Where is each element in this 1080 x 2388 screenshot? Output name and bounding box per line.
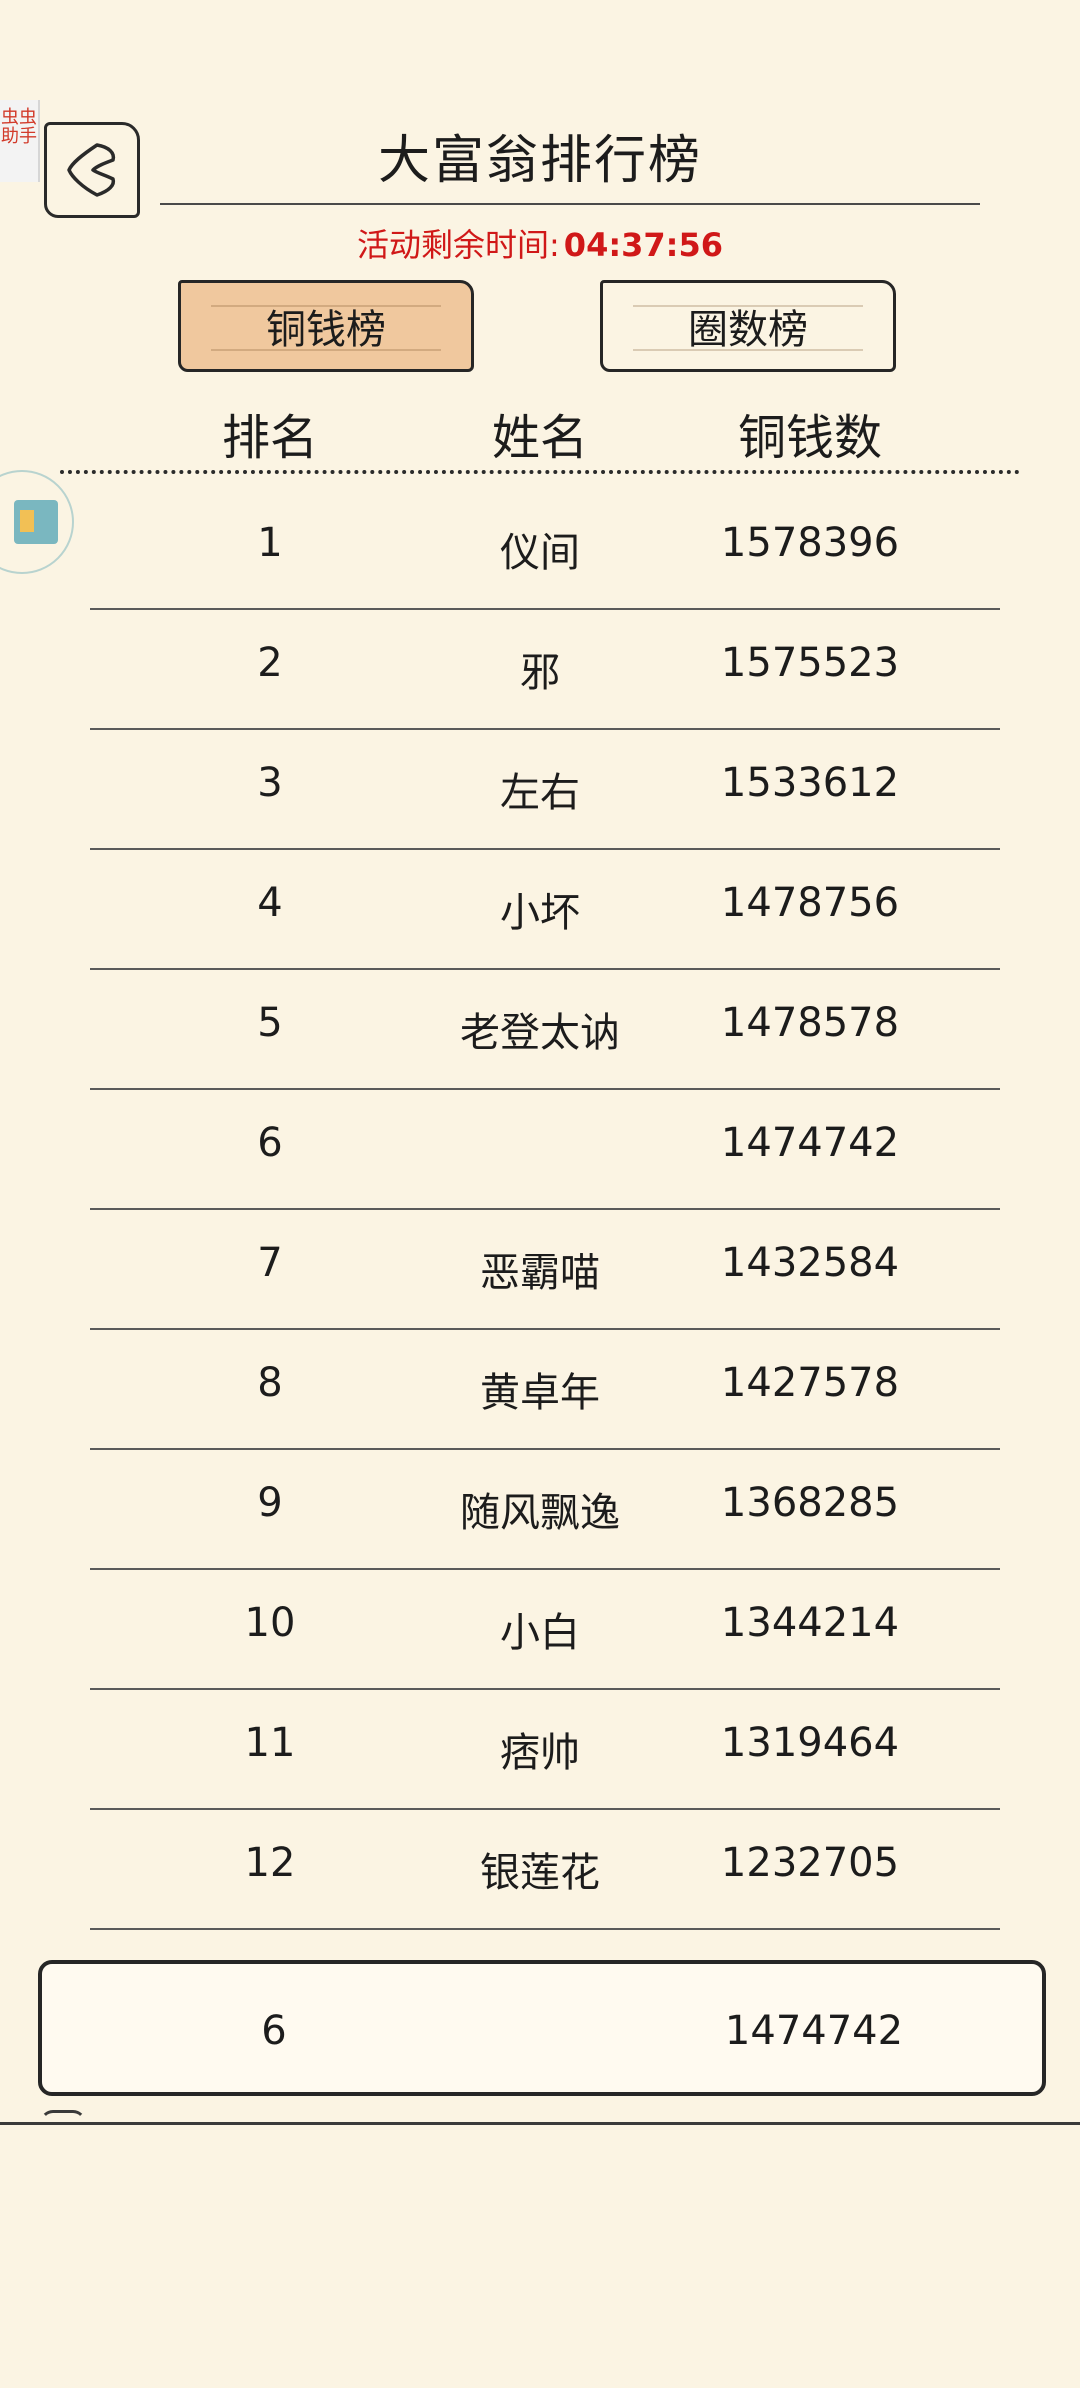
coins-cell: 1575523 — [720, 640, 900, 686]
title-divider — [160, 203, 980, 205]
rank-cell: 6 — [257, 1120, 283, 1166]
name-cell: 小白 — [500, 1610, 580, 1656]
coins-cell: 1478578 — [720, 1000, 900, 1046]
table-row: 7 恶霸喵 1432584 — [0, 1210, 1080, 1330]
name-cell: 恶霸喵 — [480, 1250, 600, 1296]
wood-grain — [211, 305, 441, 307]
table-row: 11 痞帅 1319464 — [0, 1690, 1080, 1810]
coins-cell: 1478756 — [720, 880, 900, 926]
table-row: 1 仪间 1578396 — [0, 490, 1080, 610]
rank-cell: 12 — [244, 1840, 296, 1886]
status-bar-area — [0, 0, 1080, 92]
table-row: 12 银莲花 1232705 — [0, 1810, 1080, 1930]
table-row: 10 小白 1344214 — [0, 1570, 1080, 1690]
header-name: 姓名 — [491, 410, 588, 466]
coins-cell: 1232705 — [720, 1840, 900, 1886]
countdown-label: 活动剩余时间: — [357, 226, 560, 264]
table-row: 9 随风飘逸 1368285 — [0, 1450, 1080, 1570]
name-cell: 仪间 — [500, 530, 580, 576]
page-title: 大富翁排行榜 — [377, 131, 702, 191]
table-row: 6 1474742 — [0, 1090, 1080, 1210]
name-cell: 小坏 — [500, 890, 580, 936]
coins-cell: 1427578 — [720, 1360, 900, 1406]
my-rank-row: 6 1474742 — [38, 1960, 1046, 2096]
wood-grain — [633, 349, 863, 351]
rank-cell: 10 — [244, 1600, 296, 1646]
rank-cell: 8 — [257, 1360, 283, 1406]
rank-cell: 1 — [257, 520, 283, 566]
bottom-divider — [0, 2122, 1080, 2125]
coins-cell: 1533612 — [720, 760, 900, 806]
row-divider — [90, 1928, 1000, 1930]
name-cell: 左右 — [500, 770, 580, 816]
my-coins: 1474742 — [724, 2008, 904, 2054]
name-cell: 随风飘逸 — [460, 1490, 620, 1536]
table-row: 5 老登太讷 1478578 — [0, 970, 1080, 1090]
name-cell: 银莲花 — [480, 1850, 600, 1896]
header-rank: 排名 — [221, 410, 318, 466]
coins-cell: 1474742 — [720, 1120, 900, 1166]
tab-laps[interactable]: 圈数榜 — [600, 280, 896, 372]
wood-grain — [211, 349, 441, 351]
coins-cell: 1319464 — [720, 1720, 900, 1766]
wood-grain — [633, 305, 863, 307]
table-row: 3 左右 1533612 — [0, 730, 1080, 850]
rank-cell: 5 — [257, 1000, 283, 1046]
name-cell: 黄卓年 — [480, 1370, 600, 1416]
rank-cell: 3 — [257, 760, 283, 806]
rank-cell: 2 — [257, 640, 283, 686]
coins-cell: 1368285 — [720, 1480, 900, 1526]
name-cell: 邪 — [520, 650, 560, 696]
header-coins: 铜钱数 — [737, 410, 882, 466]
rank-cell: 4 — [257, 880, 283, 926]
coins-cell: 1432584 — [720, 1240, 900, 1286]
name-cell: 痞帅 — [500, 1730, 580, 1776]
table-row: 2 邪 1575523 — [0, 610, 1080, 730]
my-rank: 6 — [261, 2008, 287, 2054]
rank-cell: 9 — [257, 1480, 283, 1526]
ranking-list[interactable]: 1 仪间 1578396 2 邪 1575523 3 左右 1533612 4 小坏 14787… — [0, 490, 1080, 1930]
rank-cell: 7 — [257, 1240, 283, 1286]
coins-cell: 1344214 — [720, 1600, 900, 1646]
tab-coins[interactable]: 铜钱榜 — [178, 280, 474, 372]
countdown: 活动剩余时间: 04:37:56 — [0, 220, 1080, 266]
rank-cell: 11 — [244, 1720, 296, 1766]
countdown-value: 04:37:56 — [563, 226, 723, 264]
table-row: 4 小坏 1478756 — [0, 850, 1080, 970]
table-header: 排名 姓名 铜钱数 — [0, 398, 1080, 468]
table-row: 8 黄卓年 1427578 — [0, 1330, 1080, 1450]
name-cell: 老登太讷 — [460, 1010, 620, 1056]
coins-cell: 1578396 — [720, 520, 900, 566]
header-divider — [60, 470, 1020, 474]
